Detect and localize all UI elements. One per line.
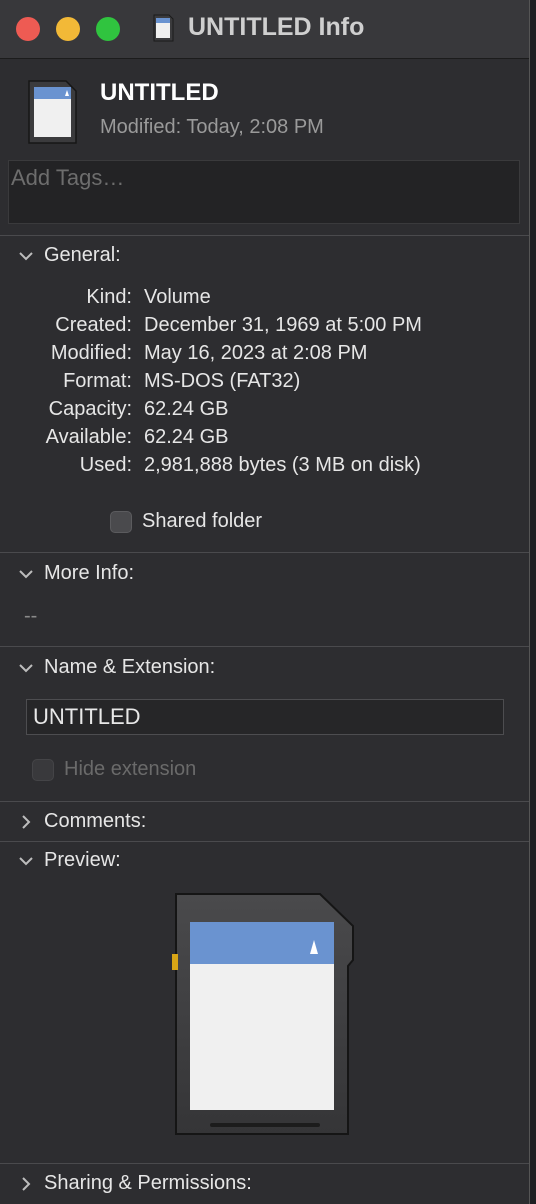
chevron-right-icon (22, 814, 31, 829)
divider (0, 646, 529, 647)
kind-value: Volume (144, 286, 211, 308)
volume-name: UNTITLED (100, 79, 219, 106)
section-general-label: General: (44, 244, 121, 266)
section-preview-toggle[interactable]: Preview: (16, 849, 121, 872)
section-general-toggle[interactable]: General: (16, 244, 121, 267)
modified-label: Modified: (50, 342, 132, 364)
section-sharing-toggle[interactable]: Sharing & Permissions: (16, 1172, 252, 1195)
section-comments-toggle[interactable]: Comments: (16, 810, 146, 833)
chevron-right-icon (22, 1176, 31, 1191)
section-preview-label: Preview: (44, 849, 121, 871)
sd-card-icon (28, 80, 77, 144)
section-more-info-label: More Info: (44, 562, 135, 584)
shared-folder-label: Shared folder (142, 510, 263, 532)
minimize-button[interactable] (56, 17, 80, 41)
modified-value: May 16, 2023 at 2:08 PM (144, 342, 368, 364)
divider (0, 1163, 529, 1164)
zoom-button[interactable] (96, 17, 120, 41)
created-value: December 31, 1969 at 5:00 PM (144, 314, 422, 336)
section-more-info-toggle[interactable]: More Info: (16, 562, 134, 585)
kind-label: Kind: (86, 286, 132, 308)
chevron-down-icon (19, 569, 33, 578)
section-name-extension-toggle[interactable]: Name & Extension: (16, 656, 215, 679)
hide-extension-checkbox[interactable] (32, 759, 54, 781)
divider (0, 235, 529, 236)
chevron-down-icon (19, 251, 33, 260)
sd-card-preview-icon (172, 893, 354, 1135)
window-title: UNTITLED Info (188, 13, 365, 41)
capacity-value: 62.24 GB (144, 398, 229, 420)
tags-input[interactable]: Add Tags… (8, 160, 520, 224)
created-label: Created: (55, 314, 132, 336)
more-info-value: -- (24, 605, 38, 627)
used-value: 2,981,888 bytes (3 MB on disk) (144, 454, 421, 476)
name-input[interactable]: UNTITLED (26, 699, 504, 735)
chevron-down-icon (19, 663, 33, 672)
format-label: Format: (63, 370, 132, 392)
info-header: UNTITLED Modified: Today, 2:08 PM Add Ta… (0, 59, 529, 235)
hide-extension-label: Hide extension (64, 758, 197, 780)
divider (0, 841, 529, 842)
available-value: 62.24 GB (144, 426, 229, 448)
section-comments-label: Comments: (44, 810, 147, 832)
available-label: Available: (45, 426, 132, 448)
format-value: MS-DOS (FAT32) (144, 370, 301, 392)
divider (0, 801, 529, 802)
close-button[interactable] (16, 17, 40, 41)
divider (0, 552, 529, 553)
used-label: Used: (79, 454, 132, 476)
capacity-label: Capacity: (48, 398, 132, 420)
info-window: UNTITLED Info UNTITLED Modified: Today, … (0, 0, 530, 1204)
sd-card-icon (153, 14, 174, 42)
section-name-extension-label: Name & Extension: (44, 656, 216, 678)
shared-folder-checkbox[interactable] (110, 511, 132, 533)
chevron-down-icon (19, 856, 33, 865)
volume-modified: Modified: Today, 2:08 PM (100, 116, 324, 138)
section-sharing-label: Sharing & Permissions: (44, 1172, 252, 1194)
background-window-edge (530, 0, 536, 1204)
title-bar[interactable]: UNTITLED Info (0, 0, 529, 59)
